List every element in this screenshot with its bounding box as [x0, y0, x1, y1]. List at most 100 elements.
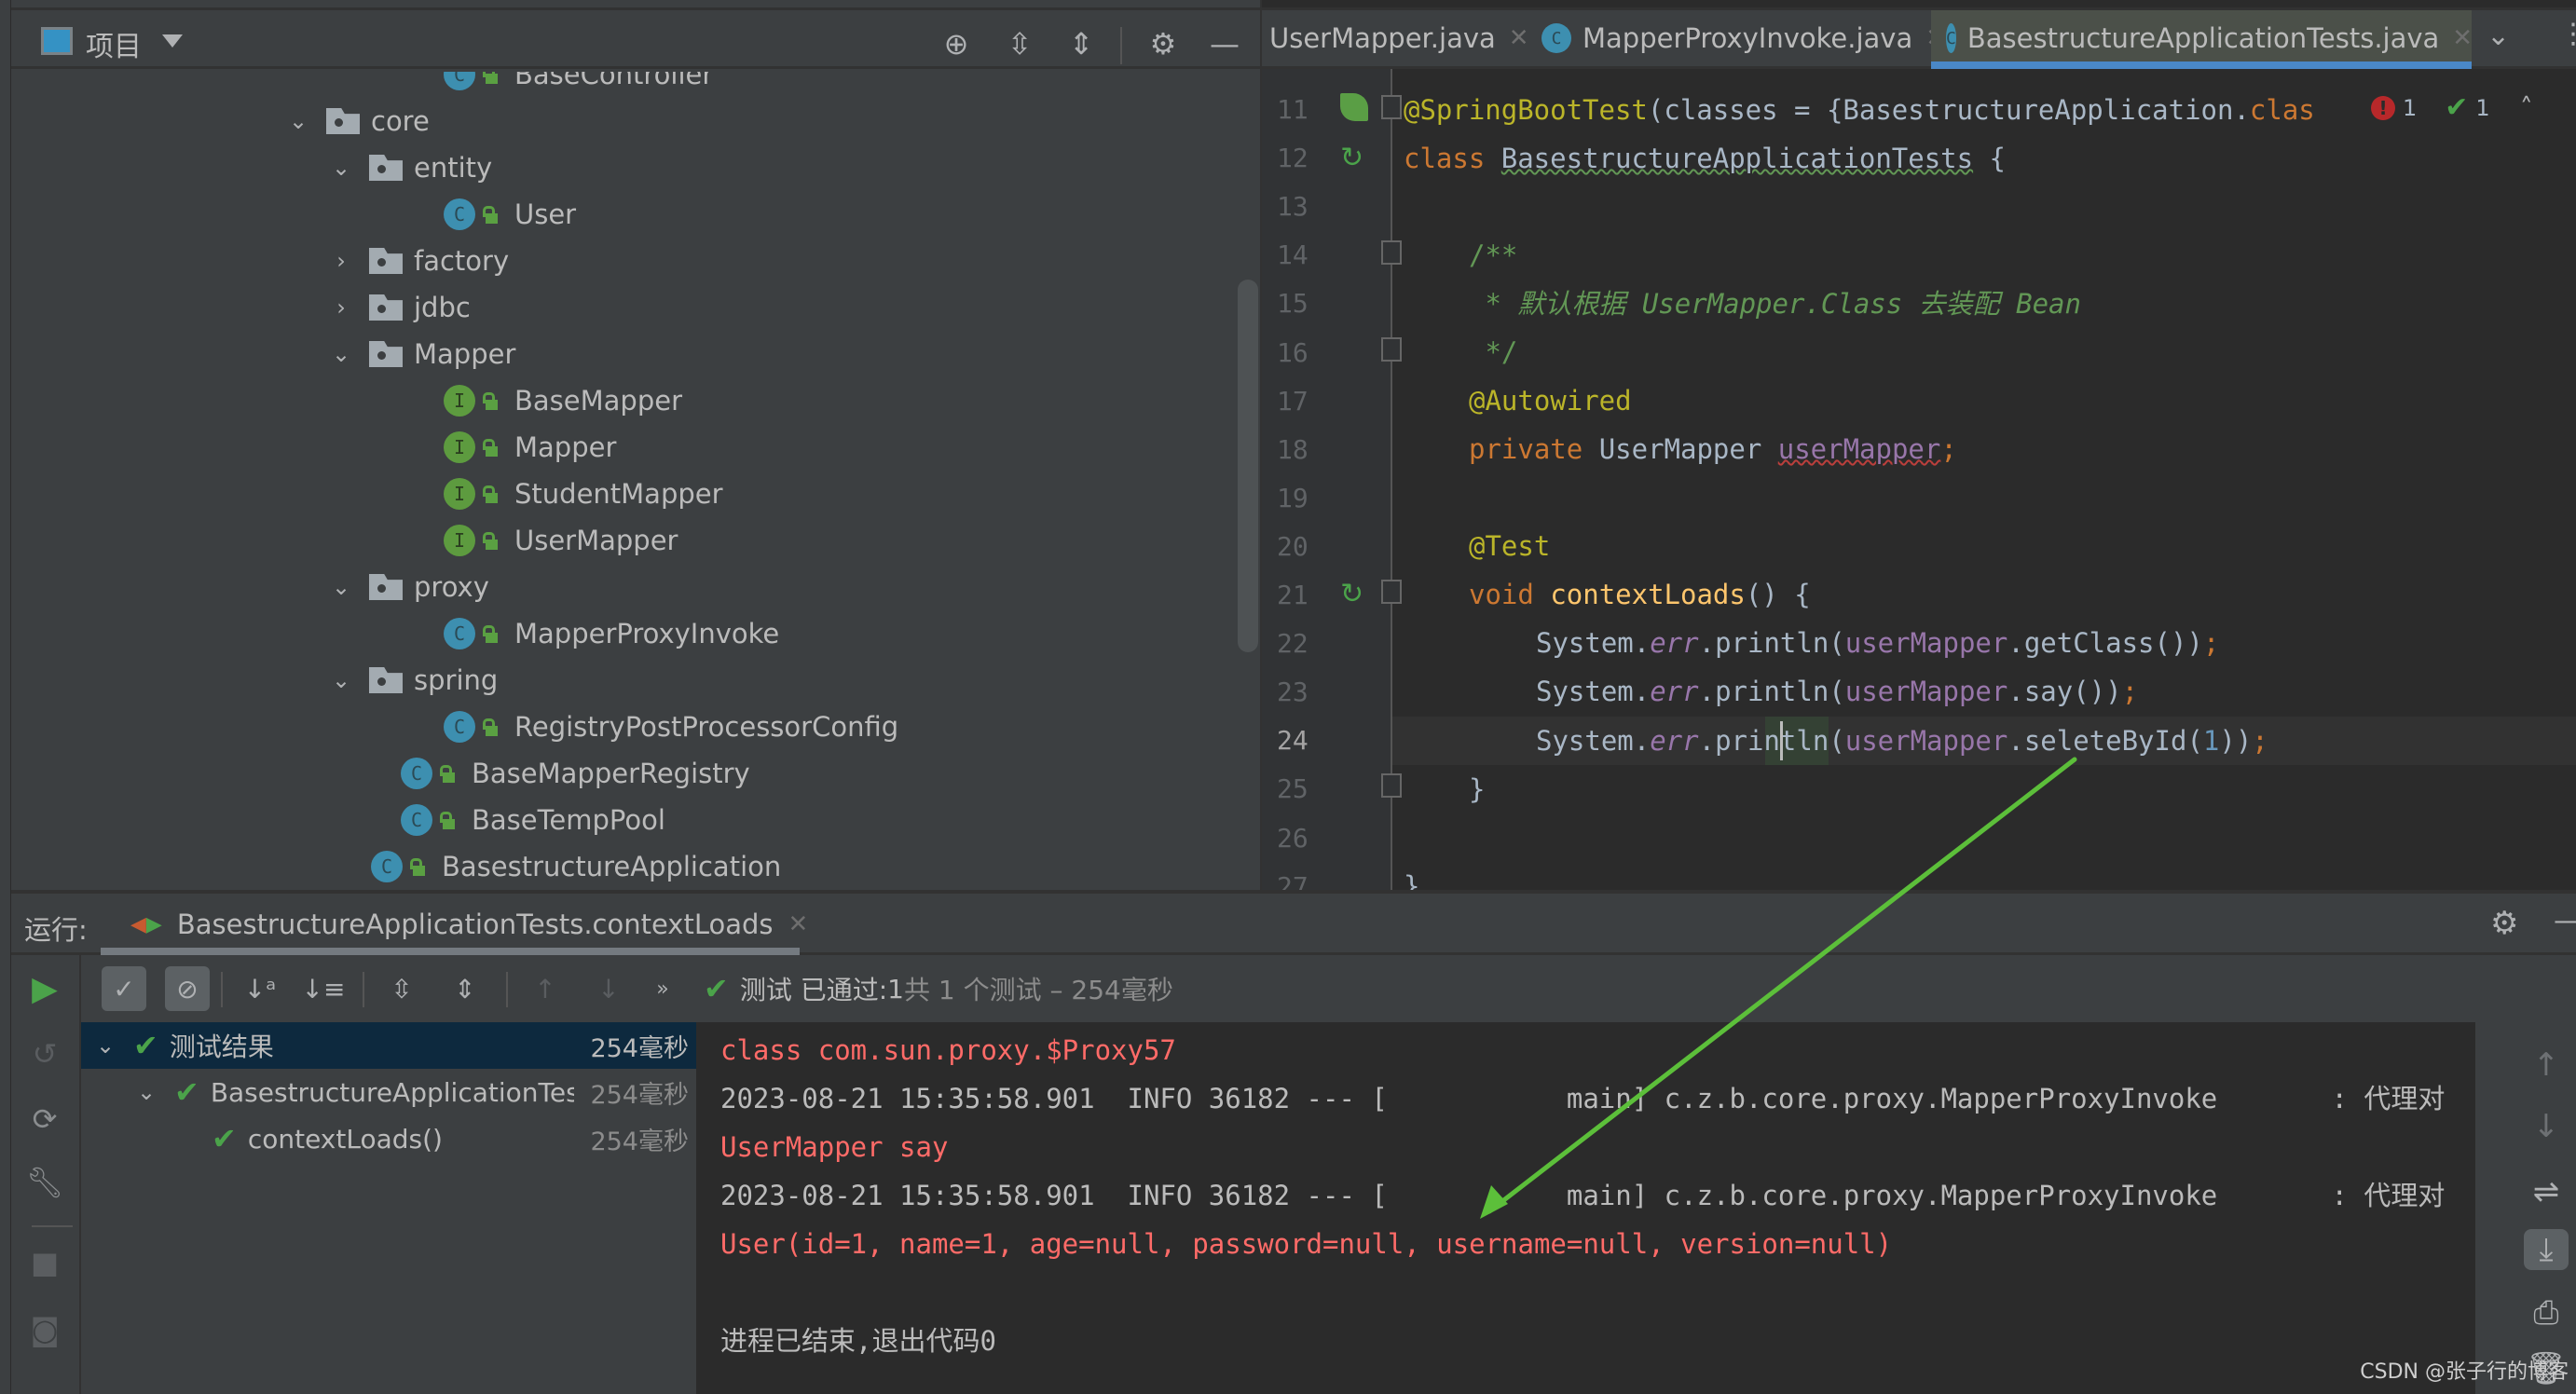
chevron-down-icon[interactable]: ⌄ [328, 155, 354, 181]
console-output[interactable]: class com.sun.proxy.$Proxy57 2023-08-21 1… [696, 1022, 2509, 1394]
project-tree-item[interactable]: C RegistryPostProcessorConfig [444, 704, 898, 750]
minimize-icon[interactable]: — [2554, 905, 2576, 937]
chevron-down-icon[interactable]: ⌄ [133, 1079, 159, 1105]
tab-usermapper[interactable]: UserMapper.java ✕ [1269, 10, 1529, 66]
camera-icon[interactable]: ◙ [24, 1309, 65, 1350]
tab-basestructureapplicationtests[interactable]: C BasestructureApplicationTests.java ✕ [1931, 10, 2473, 69]
rerun-icon[interactable]: ▶ [24, 968, 65, 1009]
print-icon[interactable]: ⎙ [2524, 1292, 2569, 1333]
minimize-icon[interactable]: — [1208, 27, 1241, 61]
fold-marker-icon[interactable] [1381, 773, 1402, 798]
project-tree-item[interactable]: C BasestructureApplication [371, 843, 781, 890]
chevron-right-icon[interactable]: › [328, 248, 354, 274]
run-tab-label: BasestructureApplicationTests.contextLoa… [176, 909, 774, 940]
toggle-auto-test-icon[interactable]: ⟳ [24, 1099, 65, 1140]
scroll-up-icon[interactable]: ↑ [2524, 1045, 2569, 1086]
wrench-icon[interactable]: 🔧︎ [24, 1162, 65, 1203]
chevron-down-icon[interactable]: ⌄ [92, 1032, 118, 1059]
next-failed-icon[interactable]: ↓ [586, 966, 631, 1011]
code-line-23[interactable]: System.err.println(userMapper.say()); [1536, 667, 2138, 716]
show-passed-toggle[interactable]: ✓ [102, 966, 146, 1011]
fold-marker-icon[interactable] [1381, 95, 1402, 119]
project-tree-item[interactable]: C User [444, 191, 576, 238]
run-config-tab[interactable]: ◀ ▶ BasestructureApplicationTests.context… [130, 909, 808, 940]
project-tree-item[interactable]: ⌄ core [285, 98, 430, 144]
tree-item-label: BasestructureApplication [442, 851, 782, 882]
scroll-to-end-icon[interactable]: ⤓ [2524, 1229, 2569, 1270]
code-token: .println( [1698, 627, 1845, 659]
stop-icon[interactable]: ■ [24, 1242, 65, 1283]
code-line-21[interactable]: void contextLoads() { [1469, 570, 1811, 619]
tab-mapperproxyinvoke[interactable]: C MapperProxyInvoke.java ✕ [1541, 10, 1946, 66]
more-actions-icon[interactable]: » [640, 966, 685, 1011]
fold-marker-icon[interactable] [1381, 337, 1402, 362]
test-tree-row[interactable]: ⌄ ✔ BasestructureApplicationTest 254毫秒 [81, 1069, 696, 1115]
code-line-14[interactable]: /** [1469, 231, 1517, 280]
code-line-20[interactable]: @Test [1469, 522, 1550, 570]
project-scrollbar[interactable] [1238, 280, 1258, 652]
show-ignored-toggle[interactable]: ⊘ [165, 966, 210, 1011]
code-line-18[interactable]: private UserMapper userMapper; [1469, 425, 1957, 473]
chevron-down-icon[interactable]: ⌄ [328, 667, 354, 693]
collapse-all-icon[interactable]: ⇕ [443, 966, 487, 1011]
sort-by-duration-icon[interactable]: ↓≡ [301, 966, 346, 1011]
locate-file-icon[interactable]: ⊕ [939, 27, 973, 61]
code-line-11[interactable]: @SpringBootTest(classes = {Basestructure… [1404, 86, 2315, 134]
test-tree-row[interactable]: ⌄ ✔ 测试结果 254毫秒 [81, 1022, 696, 1069]
console-scrollbar[interactable] [2475, 1022, 2509, 1394]
rerun-failed-icon[interactable]: ↺ [24, 1033, 65, 1074]
run-test-icon[interactable]: ↻ [1340, 578, 1363, 610]
fold-marker-icon[interactable] [1381, 580, 1402, 604]
project-tree-item[interactable]: ⌄ proxy [328, 564, 489, 610]
project-tree-item[interactable]: I UserMapper [444, 517, 678, 564]
project-tree-item[interactable]: ⌄ entity [328, 144, 492, 191]
scroll-down-icon[interactable]: ↓ [2524, 1106, 2569, 1147]
code-line-17[interactable]: @Autowired [1469, 376, 1632, 425]
project-view-icon [41, 27, 73, 55]
project-tree-item[interactable]: ⌄ spring [328, 657, 498, 704]
code-line-16[interactable]: */ [1469, 328, 1517, 376]
expand-all-icon[interactable]: ⇳ [1003, 27, 1036, 61]
code-line-24[interactable]: System.err.println(userMapper.seleteById… [1536, 717, 2268, 765]
project-tree-item[interactable]: C BaseController [444, 72, 713, 98]
previous-failed-icon[interactable]: ↑ [523, 966, 568, 1011]
fold-marker-icon[interactable] [1381, 240, 1402, 265]
code-line-15[interactable]: * 默认根据 UserMapper.Class 去装配 Bean [1469, 280, 2081, 328]
line-number: 16 [1277, 336, 1309, 368]
close-icon[interactable]: ✕ [1509, 24, 1529, 52]
chevron-down-icon[interactable]: ⌄ [285, 108, 311, 134]
gear-icon[interactable]: ⚙ [2490, 905, 2518, 942]
more-vertical-icon[interactable]: ⋮ [2559, 18, 2576, 50]
chevron-right-icon[interactable]: › [328, 294, 354, 321]
test-tree-row[interactable]: ✔ contextLoads() 254毫秒 [81, 1115, 696, 1162]
active-tab-indicator [101, 948, 800, 955]
code-line-22[interactable]: System.err.println(userMapper.getClass()… [1536, 619, 2219, 667]
spring-leaf-icon[interactable] [1340, 93, 1368, 121]
code-line-25[interactable]: } [1469, 765, 1485, 813]
sort-alphabetically-icon[interactable]: ↓ᵃ [238, 966, 282, 1011]
project-tree-item[interactable]: C BaseTempPool [401, 797, 665, 843]
project-view-title[interactable]: 项目 [86, 23, 142, 64]
close-icon[interactable]: ✕ [788, 910, 809, 938]
chevron-down-icon[interactable]: ⌄ [2487, 20, 2510, 52]
gear-icon[interactable]: ⚙ [1146, 27, 1180, 61]
chevron-down-icon[interactable] [162, 34, 183, 48]
previous-highlight-icon[interactable]: ˄ [2520, 92, 2533, 123]
project-tree-item[interactable]: › factory [328, 238, 509, 284]
soft-wrap-icon[interactable]: ⇌ [2524, 1171, 2569, 1212]
code-line-12[interactable]: class BasestructureApplicationTests { [1404, 134, 2006, 183]
project-tree-item[interactable]: C BaseMapperRegistry [401, 750, 750, 797]
project-tree-item[interactable]: I Mapper [444, 424, 616, 471]
project-tree-item[interactable]: C MapperProxyInvoke [444, 610, 779, 657]
collapse-all-icon[interactable]: ⇕ [1064, 27, 1098, 61]
project-tree-item[interactable]: › jdbc [328, 284, 471, 331]
project-tree-item[interactable]: I StudentMapper [444, 471, 723, 517]
run-test-icon[interactable]: ↻ [1340, 142, 1363, 174]
project-tree-item[interactable]: I BaseMapper [444, 377, 682, 424]
chevron-down-icon[interactable]: ⌄ [328, 574, 354, 600]
close-icon[interactable]: ✕ [2452, 24, 2473, 52]
project-tree-item[interactable]: ⌄ Mapper [328, 331, 515, 377]
expand-all-icon[interactable]: ⇳ [379, 966, 424, 1011]
chevron-down-icon[interactable]: ⌄ [328, 341, 354, 367]
inspection-widget[interactable]: ! 1 ✔ 1 ˄ ˅ [2371, 91, 2576, 124]
